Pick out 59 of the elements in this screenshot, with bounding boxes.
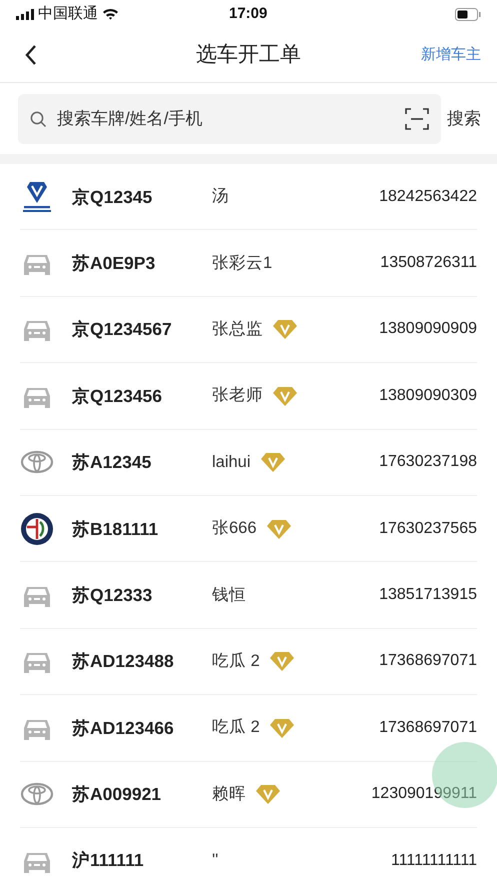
phone-number: 17368697071 [379,718,477,738]
wifi-icon [102,8,119,20]
owner-name: 汤 [212,186,229,208]
phone-number: 11111111111 [390,850,477,871]
owner-name: 赖晖 [212,784,246,805]
back-icon[interactable] [24,44,38,66]
search-icon [30,110,47,128]
battery-icon [455,8,481,20]
plate-number: 京Q12345 [72,186,154,209]
phone-number: 17368697071 [379,651,477,672]
plate-number: 苏A12345 [72,451,152,474]
phone-number: 18242563422 [379,186,477,207]
phone-number: 13809090909 [379,319,477,340]
owner-name: 张总监 [212,319,263,340]
phone-number: 13809090309 [379,386,477,406]
plate-number: 京Q1234567 [72,318,173,342]
owner-name: laihui [212,452,251,473]
owner-name: 张彩云1 [212,252,272,274]
clock-time: 17:09 [229,4,268,24]
plate-number: 沪111111 [72,849,145,872]
plate-number: 苏A0E9P3 [72,252,156,275]
brand-logo-icon [20,180,54,214]
search-field[interactable]: 搜索车牌/姓名/手机 [55,105,397,133]
plate-number: 苏AD123466 [72,716,175,740]
page-title: 选车开工单 [196,42,301,68]
phone-number: 17630237198 [379,452,477,472]
owner-row[interactable]: 苏AD123466 吃瓜 2 17368697071 [20,695,477,762]
owner-row[interactable]: 沪111111 '' 11111111111 [20,828,477,883]
plate-number: 苏Q12333 [72,584,154,607]
plate-number: 苏B181111 [72,518,160,541]
search-bar[interactable]: 搜索车牌/姓名/手机 [18,94,441,144]
phone-number: 13508726311 [380,253,477,274]
owner-name: 吃瓜 2 [212,651,260,672]
brand-logo-icon [20,512,54,546]
plate-number: 苏AD123488 [72,650,175,674]
owner-row[interactable]: 京Q123456 张老师 13809090309 [20,363,477,430]
owner-name: 张666 [212,518,257,540]
owner-name: 吃瓜 2 [212,717,260,738]
scan-icon[interactable] [405,108,429,130]
owner-row[interactable]: 苏A0E9P3 张彩云1 13508726311 [20,230,477,297]
phone-number: 123090199911 [371,784,477,804]
owner-row[interactable]: 苏Q12333 钱恒 13851713915 [20,562,477,629]
owner-row[interactable]: 苏A12345 laihui 17630237198 [20,430,477,496]
plate-number: 苏A009921 [72,783,162,806]
phone-number: 13851713915 [379,585,477,606]
owner-name: '' [212,850,218,872]
plate-number: 京Q123456 [72,384,164,408]
add-owner-link[interactable]: 新增车主 [421,44,481,66]
owner-name: 钱恒 [212,584,246,606]
phone-number: 17630237565 [379,518,477,539]
owner-row[interactable]: 苏B181111 张666 17630237565 [20,496,477,562]
owner-row[interactable]: 苏AD123488 吃瓜 2 17368697071 [20,628,477,696]
carrier-name: 中国联通 [38,4,98,24]
owner-row[interactable]: 京Q1234567 张总监 13809090909 [20,296,477,364]
owner-name: 张老师 [212,385,263,406]
owner-row[interactable]: 京Q12345 汤 18242563422 [20,164,477,230]
signal-icon [16,8,34,20]
search-button[interactable]: 搜索 [441,106,481,132]
owner-row[interactable]: 苏A009921 赖晖 123090199911 [20,762,477,828]
